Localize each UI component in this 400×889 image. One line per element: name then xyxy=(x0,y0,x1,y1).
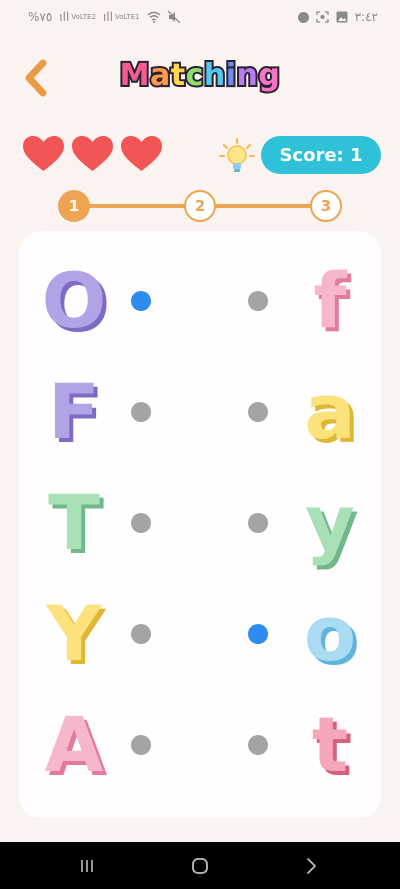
left-letter: A xyxy=(44,700,104,789)
right-connector-dot[interactable] xyxy=(248,402,268,422)
title-letter: c xyxy=(184,56,206,95)
screenshot-icon xyxy=(315,11,329,23)
right-letter: y xyxy=(305,478,355,567)
match-row: Yo xyxy=(19,584,381,684)
left-letter-tile[interactable]: F xyxy=(33,362,115,462)
heart-icon xyxy=(23,136,64,171)
navigation-bar xyxy=(0,842,400,889)
right-letter: a xyxy=(304,367,356,456)
signal-bars-icon: ıll xyxy=(102,10,113,24)
volte-2-label: VoLTE2 xyxy=(71,12,96,21)
heart-icon xyxy=(121,136,162,171)
recents-button[interactable] xyxy=(72,854,102,878)
title-letter: t xyxy=(169,56,187,95)
right-letter: o xyxy=(303,589,357,678)
left-letter-tile[interactable]: O xyxy=(33,251,115,351)
title-letter: n xyxy=(235,56,260,95)
right-letter-tile[interactable]: a xyxy=(289,362,371,462)
left-letter-tile[interactable]: T xyxy=(33,473,115,573)
match-row: Of xyxy=(19,251,381,351)
right-letter-tile[interactable]: t xyxy=(289,695,371,795)
clock: ٣:٤٢ xyxy=(354,10,378,24)
left-letter: O xyxy=(41,256,107,345)
left-connector-dot[interactable] xyxy=(131,735,151,755)
signal-2: ıll VoLTE1 xyxy=(103,10,140,24)
score-label: Score: 1 xyxy=(279,144,363,166)
match-row: At xyxy=(19,695,381,795)
step-2[interactable]: 2 xyxy=(184,190,216,222)
matching-board: Of Fa Ty Yo At xyxy=(19,231,381,818)
right-letter: f xyxy=(313,256,347,345)
left-connector-dot[interactable] xyxy=(131,513,151,533)
right-connector-dot[interactable] xyxy=(248,513,268,533)
left-letter: F xyxy=(48,367,100,456)
title-letter: g xyxy=(256,56,281,95)
nav-back-icon xyxy=(307,858,316,874)
signal-bars-icon: ıll xyxy=(59,10,70,24)
recents-icon xyxy=(81,860,93,872)
status-right: ٣:٤٢ xyxy=(297,10,378,24)
match-row: Fa xyxy=(19,362,381,462)
title-letter: i xyxy=(224,56,238,95)
nav-back-button[interactable] xyxy=(296,854,326,878)
match-row: Ty xyxy=(19,473,381,573)
home-button[interactable] xyxy=(185,854,215,878)
home-icon xyxy=(192,858,208,874)
title-letter: h xyxy=(202,56,227,95)
right-letter-tile[interactable]: f xyxy=(289,251,371,351)
level-progress: 1 2 3 xyxy=(58,190,342,222)
right-letter: t xyxy=(311,700,349,789)
gallery-icon xyxy=(336,11,348,23)
left-connector-dot[interactable] xyxy=(131,624,151,644)
right-connector-dot[interactable] xyxy=(248,735,268,755)
left-letter-tile[interactable]: A xyxy=(33,695,115,795)
title-letter: M xyxy=(118,56,152,95)
right-connector-dot[interactable] xyxy=(248,291,268,311)
right-connector-dot[interactable] xyxy=(248,624,268,644)
left-connector-dot[interactable] xyxy=(131,291,151,311)
score-badge: Score: 1 xyxy=(261,136,381,174)
battery-level: %٧٥ xyxy=(28,10,53,24)
left-connector-dot[interactable] xyxy=(131,402,151,422)
right-letter-tile[interactable]: o xyxy=(289,584,371,684)
mute-icon xyxy=(167,11,180,23)
left-letter: T xyxy=(48,478,100,567)
title-letter: a xyxy=(148,56,172,95)
heart-icon xyxy=(72,136,113,171)
status-bar: %٧٥ ıll VoLTE2 ıll VoLTE1 ٣:٤٢ xyxy=(0,0,400,34)
signal-1: ıll VoLTE2 xyxy=(59,10,96,24)
left-letter-tile[interactable]: Y xyxy=(33,584,115,684)
dnd-icon xyxy=(297,11,309,23)
page-title: Matching xyxy=(0,56,400,95)
wifi-icon xyxy=(147,11,161,23)
lives xyxy=(22,135,163,173)
left-letter: Y xyxy=(46,589,102,678)
lightbulb-icon[interactable] xyxy=(218,137,256,175)
volte-1-label: VoLTE1 xyxy=(114,12,140,21)
right-letter-tile[interactable]: y xyxy=(289,473,371,573)
status-left: %٧٥ ıll VoLTE2 ıll VoLTE1 xyxy=(28,10,180,24)
step-3[interactable]: 3 xyxy=(310,190,342,222)
step-1[interactable]: 1 xyxy=(58,190,90,222)
